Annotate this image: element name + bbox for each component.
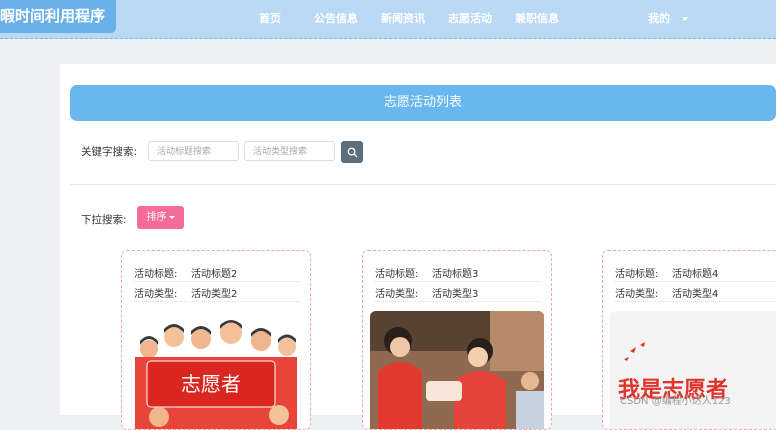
activity-card[interactable]: 活动标题: 活动标题3 活动类型: 活动类型3 <box>362 250 552 430</box>
nav-news[interactable]: 新闻资讯 <box>381 10 425 26</box>
card-title-key: 活动标题: <box>375 269 419 280</box>
card-type-key: 活动类型: <box>134 289 178 300</box>
page-title: 志愿活动列表 <box>70 85 776 121</box>
card-type-key: 活动类型: <box>375 289 419 300</box>
card-image: 志愿者 <box>129 311 303 429</box>
card-title: 活动标题2 <box>191 269 238 280</box>
card-type-key: 活动类型: <box>615 289 659 300</box>
card-image: 我是志愿者 <box>610 311 776 429</box>
nav-volunteer[interactable]: 志愿活动 <box>448 10 492 26</box>
chevron-down-icon <box>682 17 688 21</box>
search-button[interactable] <box>341 141 363 163</box>
card-type: 活动类型3 <box>432 289 479 300</box>
sort-dropdown[interactable]: 排序 <box>137 206 184 229</box>
user-menu-label: 我的 <box>648 12 670 25</box>
chevron-down-icon <box>168 215 175 219</box>
card-title-key: 活动标题: <box>615 269 659 280</box>
card-image <box>370 311 544 429</box>
title-search-input[interactable]: 活动标题搜索 <box>148 141 239 161</box>
watermark: CSDN @编程小达人123 <box>620 396 731 407</box>
card-title: 活动标题3 <box>432 269 479 280</box>
keyword-search-label: 关键字搜索: <box>81 146 138 158</box>
dropdown-search-label: 下拉搜索: <box>81 214 127 226</box>
user-menu[interactable]: 我的 <box>648 10 688 26</box>
app-brand[interactable]: 暇时间利用程序 <box>0 0 116 33</box>
sort-label: 排序 <box>146 212 167 223</box>
divider <box>70 184 776 185</box>
card-title-key: 活动标题: <box>134 269 178 280</box>
card-image-text: 志愿者 <box>181 372 241 396</box>
search-icon <box>347 147 358 158</box>
nav-announcements[interactable]: 公告信息 <box>314 10 358 26</box>
nav-home[interactable]: 首页 <box>259 10 281 26</box>
card-type: 活动类型2 <box>191 289 238 300</box>
card-type: 活动类型4 <box>672 289 719 300</box>
nav-parttime[interactable]: 兼职信息 <box>515 10 559 26</box>
main-content: 志愿活动列表 关键字搜索: 活动标题搜索 活动类型搜索 下拉搜索: 排序 活动标… <box>60 64 776 430</box>
type-search-input[interactable]: 活动类型搜索 <box>244 141 335 161</box>
top-navbar: 暇时间利用程序 首页 公告信息 新闻资讯 志愿活动 兼职信息 我的 <box>0 0 776 39</box>
activity-card[interactable]: 活动标题: 活动标题2 活动类型: 活动类型2 志愿者 <box>121 250 311 430</box>
card-title: 活动标题4 <box>672 269 719 280</box>
